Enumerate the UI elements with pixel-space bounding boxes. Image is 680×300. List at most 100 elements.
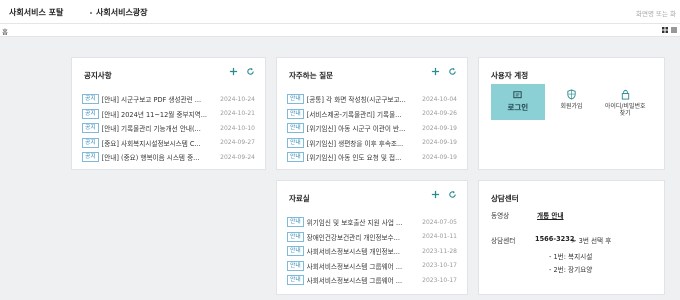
list-item[interactable]: 안내 사회서비스정보시스템 그룹웨어 ... 2023-10-17 <box>287 273 457 288</box>
list-item[interactable]: 안내 위기임신 및 보호출산 지원 사업 ... 2024-07-05 <box>287 215 457 230</box>
list-item[interactable]: 안내 [위기임신] 아동 시군구 이관이 반... 2024-09-19 <box>287 121 457 136</box>
center-phone: 1566-3232 <box>535 235 575 243</box>
list-item[interactable]: 안내 [공통] 각 화면 작성칭(시군구보고... 2024-10-04 <box>287 92 457 107</box>
account-actions: 로그인 회원가입 아이디/비밀번호 찾기 <box>491 84 652 120</box>
faq-title: 자주하는 질문 <box>289 71 334 80</box>
center-label: 상담센터 <box>491 237 516 245</box>
notice-tag-badge: 공지 <box>82 152 99 163</box>
plus-icon[interactable] <box>431 190 440 199</box>
list-item[interactable]: 공지 [중요] 사회복지시설정보시스템 C... 2024-09-27 <box>82 136 255 151</box>
top-header: 사회서비스 포탈 사회서비스광장 화면명 또는 화 <box>0 0 680 24</box>
breadcrumb-label: 사회서비스광장 <box>96 8 148 17</box>
list-item[interactable]: 안내 [위기임신] 아동 인도 요청 및 접... 2024-09-19 <box>287 150 457 165</box>
list-item-title: 위기임신 및 보호출산 지원 사업 ... <box>306 219 403 228</box>
plus-icon[interactable] <box>229 67 238 76</box>
search-input[interactable]: 화면명 또는 화 <box>636 8 676 18</box>
support-card: 상담센터 동영상 개통 안내 상담센터 1566-3232 > 3번 선택 후 … <box>478 180 665 295</box>
plus-icon[interactable] <box>431 67 440 76</box>
list-item-date: 2023-11-28 <box>422 247 457 255</box>
list-item[interactable]: 안내 사회서비스정보시스템 그룹웨어 ... 2023-10-17 <box>287 259 457 274</box>
refresh-icon[interactable] <box>448 67 457 76</box>
faq-tag-badge: 안내 <box>287 108 304 119</box>
list-item-date: 2024-01-11 <box>422 233 457 241</box>
archive-card: 자료실 안내 위기임신 및 보호출산 지원 사업 ... 2024-07-05 안내… <box>276 180 468 295</box>
archive-list: 안내 위기임신 및 보호출산 지원 사업 ... 2024-07-05 안내 장애인건… <box>287 215 457 288</box>
list-item-date: 2023-10-17 <box>422 276 457 284</box>
login-label: 로그인 <box>507 103 529 112</box>
faq-tag-badge: 안내 <box>287 94 304 105</box>
list-item-title: 사회서비스정보시스템 그룹웨어 ... <box>306 262 403 271</box>
list-item-date: 2024-09-24 <box>220 153 255 161</box>
list-item-title: [안내] 2024년 11~12월 중부지역... <box>101 110 208 119</box>
list-item-title: [안내] (중요) 행복이음 시스템 중... <box>101 154 200 163</box>
notice-tag-badge: 공지 <box>82 108 99 119</box>
archive-tag-badge: 안내 <box>287 231 304 242</box>
notice-card: 공지사항 공지 [안내] 시군구보고 PDF 생성관련 ... 2024-10-24… <box>71 57 266 170</box>
list-item-date: 2024-09-27 <box>220 139 255 147</box>
list-item[interactable]: 안내 [위기임신] 생편창을 이후 후속조... 2024-09-19 <box>287 136 457 151</box>
list-item-date: 2024-09-26 <box>422 110 457 118</box>
list-item[interactable]: 안내 장애인건강보건관리 개인정보수... 2024-01-11 <box>287 230 457 245</box>
list-item-title: 사회서비스정보시스템 그룹웨어 ... <box>306 277 403 286</box>
list-item-title: [위기임신] 아동 인도 요청 및 접... <box>306 154 402 163</box>
archive-tag-badge: 안내 <box>287 217 304 228</box>
list-item[interactable]: 공지 [안내] 기록물관리 기능개선 안내(... 2024-10-10 <box>82 121 255 136</box>
sub-nav-bar: 홈 <box>0 24 680 37</box>
list-item-date: 2024-10-21 <box>220 110 255 118</box>
account-card: 사용자 계정 로그인 회원가입 아이디/비밀번호 찾기 <box>478 57 665 170</box>
list-item-date: 2024-09-19 <box>422 139 457 147</box>
list-item-title: [위기임신] 생편창을 이후 후속조... <box>306 139 404 148</box>
notice-title: 공지사항 <box>84 71 112 80</box>
center-option-1: - 1번: 복지시설 <box>549 253 593 261</box>
list-item-date: 2023-10-17 <box>422 262 457 270</box>
list-item-date: 2024-09-19 <box>422 124 457 132</box>
archive-tag-badge: 안내 <box>287 246 304 257</box>
list-item-date: 2024-10-10 <box>220 124 255 132</box>
login-icon <box>513 91 522 99</box>
list-item-title: [공통] 각 화면 작성칭(시군구보고... <box>306 96 406 105</box>
list-item-date: 2024-09-19 <box>422 153 457 161</box>
list-view-icon[interactable] <box>671 27 677 33</box>
list-item[interactable]: 공지 [안내] 2024년 11~12월 중부지역... 2024-10-21 <box>82 107 255 122</box>
notice-tag-badge: 공지 <box>82 94 99 105</box>
notice-tag-badge: 공지 <box>82 123 99 134</box>
shield-icon <box>567 89 576 100</box>
list-item-title: [안내] 시군구보고 PDF 생성관련 ... <box>101 96 202 105</box>
faq-card: 자주하는 질문 안내 [공통] 각 화면 작성칭(시군구보고... 2024-10-… <box>276 57 468 170</box>
breadcrumb[interactable]: 사회서비스광장 <box>90 7 148 18</box>
portal-title[interactable]: 사회서비스 포탈 <box>9 7 63 18</box>
support-title: 상담센터 <box>491 194 519 203</box>
home-link[interactable]: 홈 <box>2 26 8 36</box>
list-item-title: [안내] 기록물관리 기능개선 안내(... <box>101 125 201 134</box>
signup-label: 회원가입 <box>560 103 583 110</box>
breadcrumb-dot-icon <box>90 11 92 14</box>
grid-view-icon[interactable] <box>662 27 668 33</box>
refresh-icon[interactable] <box>246 67 255 76</box>
signup-button[interactable]: 회원가입 <box>545 84 599 120</box>
list-item-title: 장애인건강보건관리 개인정보수... <box>306 233 400 242</box>
refresh-icon[interactable] <box>448 190 457 199</box>
list-item[interactable]: 공지 [안내] 시군구보고 PDF 생성관련 ... 2024-10-24 <box>82 92 255 107</box>
archive-title: 자료실 <box>289 194 310 203</box>
faq-tag-badge: 안내 <box>287 137 304 148</box>
find-account-label: 아이디/비밀번호 찾기 <box>604 103 646 117</box>
lock-icon <box>621 89 629 100</box>
center-option-2: - 2번: 장기요양 <box>549 266 593 274</box>
list-item-title: 사회서비스정보시스템 개인정보... <box>306 248 400 257</box>
login-button[interactable]: 로그인 <box>491 84 545 120</box>
notice-list: 공지 [안내] 시군구보고 PDF 생성관련 ... 2024-10-24 공지 [안… <box>82 92 255 165</box>
find-account-button[interactable]: 아이디/비밀번호 찾기 <box>598 84 652 120</box>
video-guide-link[interactable]: 개통 안내 <box>537 210 564 220</box>
list-item-title: [위기임신] 아동 시군구 이관이 반... <box>306 125 406 134</box>
list-item-title: [중요] 사회복지시설정보시스템 C... <box>101 139 201 148</box>
notice-tag-badge: 공지 <box>82 137 99 148</box>
video-label: 동영상 <box>491 212 510 220</box>
archive-tag-badge: 안내 <box>287 260 304 271</box>
list-item[interactable]: 공지 [안내] (중요) 행복이음 시스템 중... 2024-09-24 <box>82 150 255 165</box>
account-title: 사용자 계정 <box>491 71 529 80</box>
faq-tag-badge: 안내 <box>287 152 304 163</box>
list-item[interactable]: 안내 사회서비스정보시스템 개인정보... 2023-11-28 <box>287 244 457 259</box>
list-item[interactable]: 안내 [서비스제공-기록물관리] 기록물... 2024-09-26 <box>287 107 457 122</box>
list-item-title: [서비스제공-기록물관리] 기록물... <box>306 110 402 119</box>
center-guide: > 3번 선택 후 <box>571 237 612 245</box>
